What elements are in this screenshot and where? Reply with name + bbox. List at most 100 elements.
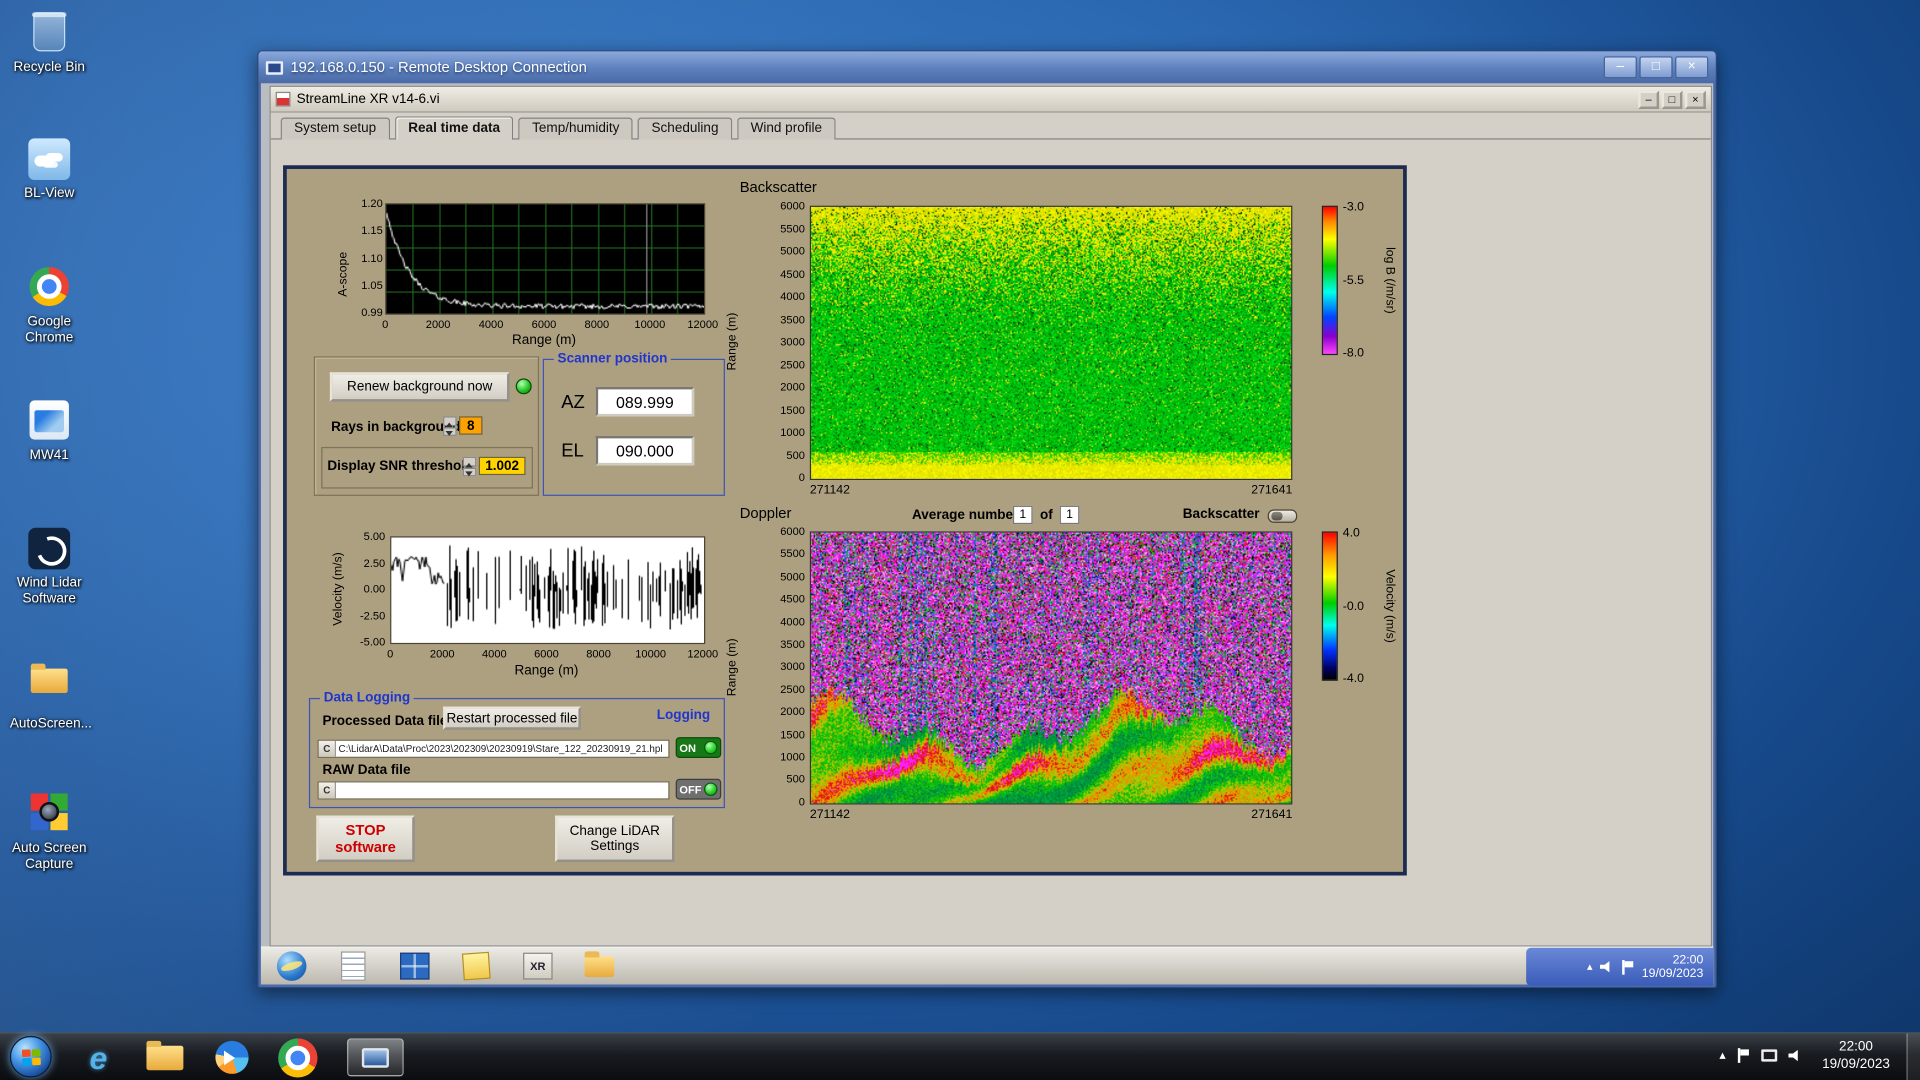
app-minimize-button[interactable]: – xyxy=(1638,90,1660,109)
tab-scheduling[interactable]: Scheduling xyxy=(637,117,733,140)
az-label: AZ xyxy=(561,391,585,413)
remote-flag-icon[interactable] xyxy=(1621,959,1635,975)
close-button[interactable]: × xyxy=(1675,56,1709,79)
renew-background-button[interactable]: Renew background now xyxy=(329,372,510,402)
desktop-icon-autoscreen[interactable]: AutoScreen... xyxy=(10,659,92,732)
ascope-x-tick: 8000 xyxy=(584,318,610,331)
doppler-y-tick: 2500 xyxy=(780,683,805,696)
processed-file-path-field[interactable]: C C:\LidarA\Data\Proc\2023\202309\202309… xyxy=(317,739,670,758)
ascope-y-tick: 1.05 xyxy=(361,278,383,292)
app-window-title: StreamLine XR v14-6.vi xyxy=(296,91,440,107)
remote-notepad-icon[interactable] xyxy=(337,950,369,982)
doppler-y-tick: 3000 xyxy=(780,660,805,673)
ascope-plot-canvas xyxy=(385,203,706,315)
average-number-field[interactable]: 1 xyxy=(1012,505,1033,525)
app-maximize-button[interactable]: □ xyxy=(1661,90,1683,109)
tab-wind-profile[interactable]: Wind profile xyxy=(737,117,836,140)
tab-system-setup[interactable]: System setup xyxy=(280,117,390,140)
desktop-icon-bl-view[interactable]: BL-View xyxy=(10,137,89,202)
backscatter-y-tick: 3500 xyxy=(780,312,805,326)
backscatter-display-switch[interactable] xyxy=(1267,509,1298,523)
maximize-button[interactable]: □ xyxy=(1639,56,1673,79)
snr-value[interactable]: 1.002 xyxy=(478,456,526,476)
internet-explorer-icon: e xyxy=(89,1038,108,1076)
velocity-x-ticks: 0 2000 4000 6000 8000 10000 12000 xyxy=(387,647,718,661)
rays-spinner[interactable] xyxy=(443,416,457,436)
taskbar-media-player[interactable] xyxy=(207,1038,256,1076)
app-body: A-scope 1.20 1.15 1.10 1.05 0.99 0 2000 4000 60… xyxy=(270,139,1711,946)
velocity-x-axis-label: Range (m) xyxy=(514,663,579,679)
ascope-y-ticks: 1.20 1.15 1.10 1.05 0.99 xyxy=(346,197,383,318)
network-icon[interactable] xyxy=(1761,1049,1778,1062)
windows-logo-icon xyxy=(21,1048,41,1066)
remote-notes-icon[interactable] xyxy=(460,950,492,982)
remote-tray-expand-icon[interactable]: ▴ xyxy=(1587,960,1593,973)
app-titlebar[interactable]: StreamLine XR v14-6.vi – □ × xyxy=(270,86,1711,113)
taskbar-rdp-active[interactable] xyxy=(347,1038,404,1077)
start-button[interactable] xyxy=(9,1035,52,1078)
volume-icon[interactable] xyxy=(1788,1049,1798,1062)
doppler-y-tick: 5500 xyxy=(780,547,805,561)
app-close-button[interactable]: × xyxy=(1684,90,1706,109)
az-value-field[interactable]: 089.999 xyxy=(595,386,695,417)
velocity-x-tick: 10000 xyxy=(635,647,667,661)
taskbar-chrome[interactable] xyxy=(273,1037,322,1077)
backscatter-title: Backscatter xyxy=(739,178,817,196)
tray-expand-icon[interactable]: ▴ xyxy=(1719,1049,1725,1062)
remote-folder-icon[interactable] xyxy=(583,950,615,982)
snr-spinner[interactable] xyxy=(462,456,477,477)
change-lidar-settings-button[interactable]: Change LiDAR Settings xyxy=(555,815,675,863)
doppler-y-tick: 2000 xyxy=(780,705,805,718)
desktop-icon-auto-screen-capture[interactable]: Auto Screen Capture xyxy=(10,790,89,873)
desktop-icon-wind-lidar-software[interactable]: Wind Lidar Software xyxy=(10,527,89,608)
desktop-icon-label: BL-View xyxy=(24,186,75,201)
minimize-button[interactable]: – xyxy=(1603,56,1637,79)
change-button-line2: Settings xyxy=(590,838,640,854)
el-value-field[interactable]: 090.000 xyxy=(595,435,695,466)
raw-file-path-field[interactable]: C xyxy=(317,781,670,800)
remote-clock-date: 19/09/2023 xyxy=(1641,966,1704,981)
raw-logging-toggle[interactable]: OFF xyxy=(675,778,722,800)
taskbar-clock[interactable]: 22:00 19/09/2023 xyxy=(1812,1038,1901,1072)
remote-volume-icon[interactable] xyxy=(1599,961,1610,973)
action-center-flag-icon[interactable] xyxy=(1737,1048,1751,1063)
taskbar-file-explorer[interactable] xyxy=(140,1038,189,1076)
taskbar-internet-explorer[interactable]: e xyxy=(74,1038,123,1076)
snr-threshold-label: Display SNR threshold xyxy=(327,459,474,474)
velocity-x-tick: 12000 xyxy=(687,647,719,661)
chrome-icon xyxy=(27,266,71,311)
doppler-x-end: 271641 xyxy=(1251,808,1293,822)
average-of-field[interactable]: 1 xyxy=(1059,505,1080,525)
tab-real-time-data[interactable]: Real time data xyxy=(394,116,514,141)
backscatter-y-tick: 4000 xyxy=(780,290,805,303)
rdp-titlebar[interactable]: 192.168.0.150 - Remote Desktop Connectio… xyxy=(258,51,1716,84)
of-label: of xyxy=(1039,508,1053,523)
stop-button-line1: STOP xyxy=(345,821,386,839)
desktop-icon-google-chrome[interactable]: Google Chrome xyxy=(10,264,89,346)
rdp-window-title: 192.168.0.150 - Remote Desktop Connectio… xyxy=(290,58,587,76)
desktop-icon-recycle-bin[interactable]: Recycle Bin xyxy=(10,10,89,76)
doppler-colorbar-tick: -0.0 xyxy=(1342,599,1364,613)
stop-software-button[interactable]: STOP software xyxy=(316,815,415,863)
ascope-x-tick: 10000 xyxy=(634,318,666,331)
backscatter-y-tick: 5500 xyxy=(780,222,805,235)
doppler-y-axis-label: Range (m) xyxy=(725,638,740,697)
show-desktop-button[interactable] xyxy=(1906,1033,1920,1080)
front-panel: A-scope 1.20 1.15 1.10 1.05 0.99 0 2000 4000 60… xyxy=(283,165,1407,876)
tab-temp-humidity[interactable]: Temp/humidity xyxy=(518,117,633,140)
velocity-y-tick: -2.50 xyxy=(359,609,386,622)
background-controls-group: Renew background now Rays in background … xyxy=(313,356,540,496)
doppler-y-tick: 4500 xyxy=(780,592,805,606)
restart-processed-file-button[interactable]: Restart processed file xyxy=(443,706,581,730)
remote-app-grid-icon[interactable] xyxy=(399,950,431,982)
doppler-y-tick: 1000 xyxy=(780,750,805,763)
desktop-icon-mw41[interactable]: MW41 xyxy=(10,398,89,464)
backscatter-y-tick: 2000 xyxy=(780,380,805,394)
toggle-led xyxy=(703,740,718,755)
remote-xr-app-icon[interactable]: XR xyxy=(522,950,554,982)
toggle-led xyxy=(703,782,718,796)
remote-internet-icon[interactable] xyxy=(276,950,308,982)
processed-logging-toggle[interactable]: ON xyxy=(675,737,722,758)
rays-value[interactable]: 8 xyxy=(459,416,483,435)
remote-clock[interactable]: 22:00 19/09/2023 xyxy=(1642,953,1704,980)
